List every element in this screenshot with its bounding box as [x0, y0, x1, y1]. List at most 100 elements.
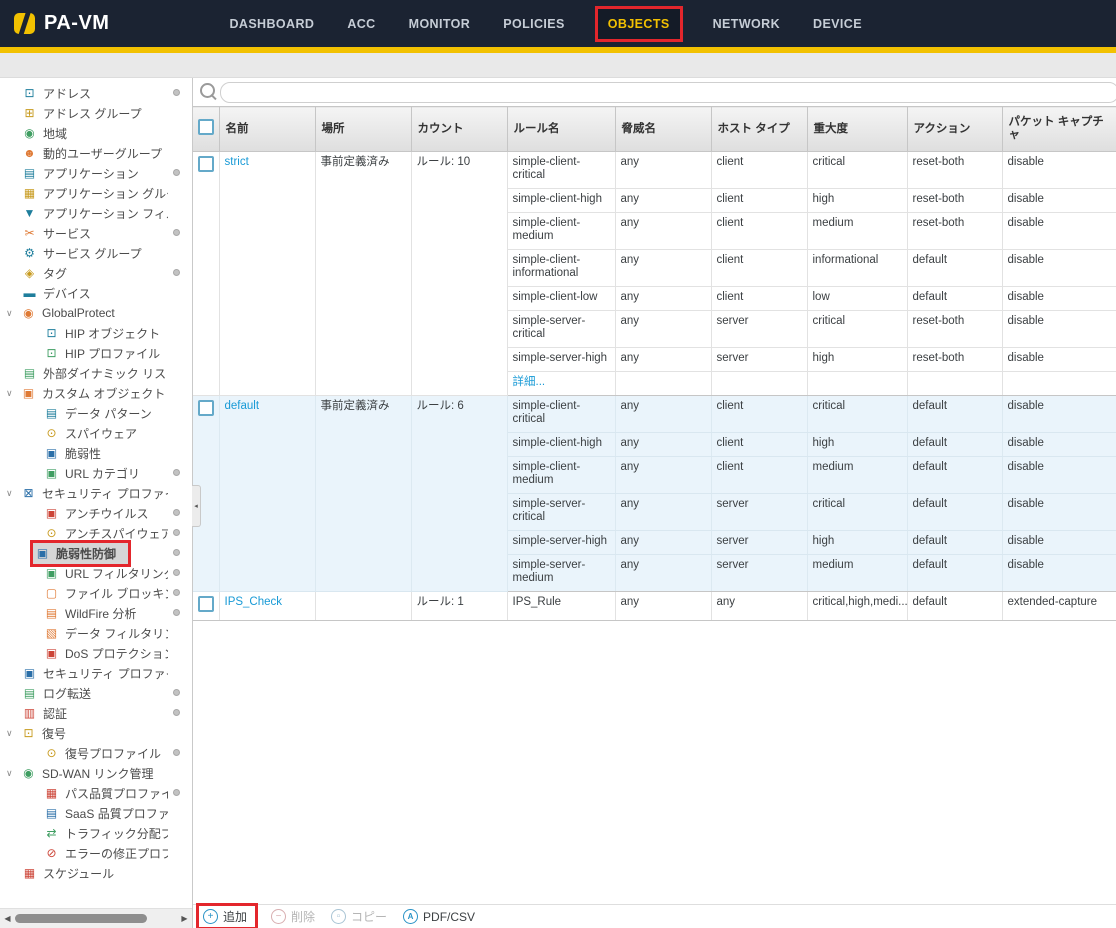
sidebar-item-traffic-distribution-profile[interactable]: ⇄トラフィック分配プロファイル [0, 823, 192, 843]
nav-tab-dashboard[interactable]: DASHBOARD [229, 9, 314, 39]
chevron-down-icon[interactable]: ∨ [6, 728, 21, 739]
sidebar-item-external-dynamic-lists[interactable]: ▤外部ダイナミック リスト [0, 363, 192, 383]
col-header-action[interactable]: アクション [907, 107, 1002, 152]
override-dot [173, 169, 180, 176]
add-button[interactable]: +追加 [199, 906, 255, 927]
sidebar-item-url-filtering[interactable]: ▣URL フィルタリング [0, 563, 192, 583]
scrollbar-thumb[interactable] [15, 914, 147, 923]
row-checkbox[interactable] [198, 596, 214, 612]
chevron-down-icon[interactable]: ∨ [6, 488, 21, 499]
chevron-down-icon[interactable]: ∨ [6, 388, 21, 399]
search-input[interactable] [220, 82, 1116, 103]
sidebar-item-devices[interactable]: ▬デバイス [0, 283, 192, 303]
sidebar-item-address-groups[interactable]: ⊞アドレス グループ [0, 103, 192, 123]
sidebar-item-sd-wan-link-management[interactable]: ∨◉SD-WAN リンク管理 [0, 763, 192, 783]
sidebar-item-regions[interactable]: ◉地域 [0, 123, 192, 143]
sidebar-item-schedules[interactable]: ▦スケジュール [0, 863, 192, 883]
profile-link[interactable]: default [225, 400, 260, 412]
sidebar-item-file-blocking[interactable]: ▢ファイル ブロッキング [0, 583, 192, 603]
sidebar-item-dos-protection[interactable]: ▣DoS プロテクション [0, 643, 192, 663]
col-header-rule-name[interactable]: ルール名 [507, 107, 615, 152]
sidebar-collapse-handle[interactable]: ◂ [192, 485, 201, 527]
nav-tab-policies[interactable]: POLICIES [503, 9, 565, 39]
row-checkbox[interactable] [198, 156, 214, 172]
sidebar-item-saas-quality-profile[interactable]: ▤SaaS 品質プロファイル [0, 803, 192, 823]
sidebar-item-error-correction-profile[interactable]: ⊘エラーの修正プロファイル [0, 843, 192, 863]
sidebar-item-globalprotect[interactable]: ∨◉GlobalProtect [0, 303, 192, 323]
nav-tab-objects[interactable]: OBJECTS [598, 9, 680, 39]
regions-icon: ◉ [22, 127, 37, 139]
sidebar-item-custom-objects[interactable]: ∨▣カスタム オブジェクト [0, 383, 192, 403]
override-dot [173, 589, 180, 596]
delete-button[interactable]: −削除 [271, 908, 315, 925]
col-header-count[interactable]: カウント [411, 107, 507, 152]
select-all-checkbox[interactable] [198, 119, 214, 135]
brand-title: PA-VM [44, 12, 109, 35]
sidebar-item-authentication[interactable]: ▥認証 [0, 703, 192, 723]
sidebar-item-vulnerability-protection[interactable]: ▣脆弱性防御 [0, 543, 192, 563]
sidebar-item-hip-objects[interactable]: ⊡HIP オブジェクト [0, 323, 192, 343]
profile-link[interactable]: strict [225, 156, 249, 168]
sidebar-item-spyware[interactable]: ⊙スパイウェア [0, 423, 192, 443]
sidebar-item-application-filters[interactable]: ▼アプリケーション フィルタ [0, 203, 192, 223]
copy-button[interactable]: ▫コピー [331, 908, 387, 925]
profile-name-cell: default [219, 396, 315, 592]
override-dot [173, 469, 180, 476]
sidebar-item-log-forwarding[interactable]: ▤ログ転送 [0, 683, 192, 703]
sidebar-item-antivirus[interactable]: ▣アンチウイルス [0, 503, 192, 523]
sd-wan-icon: ◉ [21, 767, 36, 779]
scroll-right-arrow-icon[interactable]: ▶ [177, 914, 192, 923]
sidebar-item-data-filtering[interactable]: ▧データ フィルタリング [0, 623, 192, 643]
sidebar-item-security-profiles[interactable]: ∨⊠セキュリティ プロファイル [0, 483, 192, 503]
action-cell: default [907, 250, 1002, 287]
table-header-row: 名前 場所 カウント ルール名 脅威名 ホスト タイプ 重大度 アクション パケ… [193, 107, 1116, 152]
threat-name-cell: any [615, 348, 711, 372]
col-header-location[interactable]: 場所 [315, 107, 411, 152]
sidebar-item-wildfire-analysis[interactable]: ▤WildFire 分析 [0, 603, 192, 623]
sidebar-item-service-groups[interactable]: ⚙サービス グループ [0, 243, 192, 263]
col-header-packet-capture[interactable]: パケット キャプチャ [1002, 107, 1116, 152]
row-checkbox[interactable] [198, 400, 214, 416]
col-header-threat-name[interactable]: 脅威名 [615, 107, 711, 152]
nav-tab-monitor[interactable]: MONITOR [409, 9, 471, 39]
objects-sidebar: ⊡アドレス ⊞アドレス グループ ◉地域 ☻動的ユーザーグループ ▤アプリケーシ… [0, 78, 192, 928]
pdf-csv-button[interactable]: APDF/CSV [403, 909, 475, 924]
nav-tab-acc[interactable]: ACC [347, 9, 375, 39]
host-type-cell: server [711, 311, 807, 348]
nav-tab-network[interactable]: NETWORK [713, 9, 780, 39]
error-correction-profile-icon: ⊘ [44, 847, 59, 859]
sidebar-item-vulnerability[interactable]: ▣脆弱性 [0, 443, 192, 463]
sidebar-item-applications[interactable]: ▤アプリケーション [0, 163, 192, 183]
sidebar-item-decryption[interactable]: ∨⊡復号 [0, 723, 192, 743]
override-dot [173, 569, 180, 576]
profile-link[interactable]: IPS_Check [225, 596, 283, 608]
sidebar-item-anti-spyware[interactable]: ⊙アンチスパイウェア [0, 523, 192, 543]
sidebar-item-url-category[interactable]: ▣URL カテゴリ [0, 463, 192, 483]
action-cell: reset-both [907, 348, 1002, 372]
severity-cell: high [807, 531, 907, 555]
chevron-down-icon[interactable]: ∨ [6, 768, 21, 779]
override-dot [173, 749, 180, 756]
col-header-host-type[interactable]: ホスト タイプ [711, 107, 807, 152]
sidebar-item-services[interactable]: ✂サービス [0, 223, 192, 243]
sidebar-item-security-profile-groups[interactable]: ▣セキュリティ プロファイル グループ [0, 663, 192, 683]
custom-objects-icon: ▣ [21, 387, 36, 399]
copy-icon: ▫ [331, 909, 346, 924]
col-header-severity[interactable]: 重大度 [807, 107, 907, 152]
sidebar-item-dynamic-user-groups[interactable]: ☻動的ユーザーグループ [0, 143, 192, 163]
more-details-link[interactable]: 詳細... [513, 376, 546, 388]
sidebar-item-data-patterns[interactable]: ▤データ パターン [0, 403, 192, 423]
sidebar-item-tags[interactable]: ◈タグ [0, 263, 192, 283]
rule-name-cell: simple-server-medium [507, 555, 615, 592]
bottom-toolbar: +追加 −削除 ▫コピー APDF/CSV [193, 904, 1116, 928]
sidebar-item-application-groups[interactable]: ▦アプリケーション グループ [0, 183, 192, 203]
chevron-down-icon[interactable]: ∨ [6, 308, 21, 319]
scroll-left-arrow-icon[interactable]: ◀ [0, 914, 15, 923]
vulnerability-protection-icon: ▣ [35, 547, 50, 559]
sidebar-item-decryption-profile[interactable]: ⊙復号プロファイル [0, 743, 192, 763]
sidebar-item-hip-profiles[interactable]: ⊡HIP プロファイル [0, 343, 192, 363]
sidebar-item-path-quality-profile[interactable]: ▦パス品質プロファイル [0, 783, 192, 803]
nav-tab-device[interactable]: DEVICE [813, 9, 862, 39]
sidebar-item-addresses[interactable]: ⊡アドレス [0, 83, 192, 103]
col-header-name[interactable]: 名前 [219, 107, 315, 152]
